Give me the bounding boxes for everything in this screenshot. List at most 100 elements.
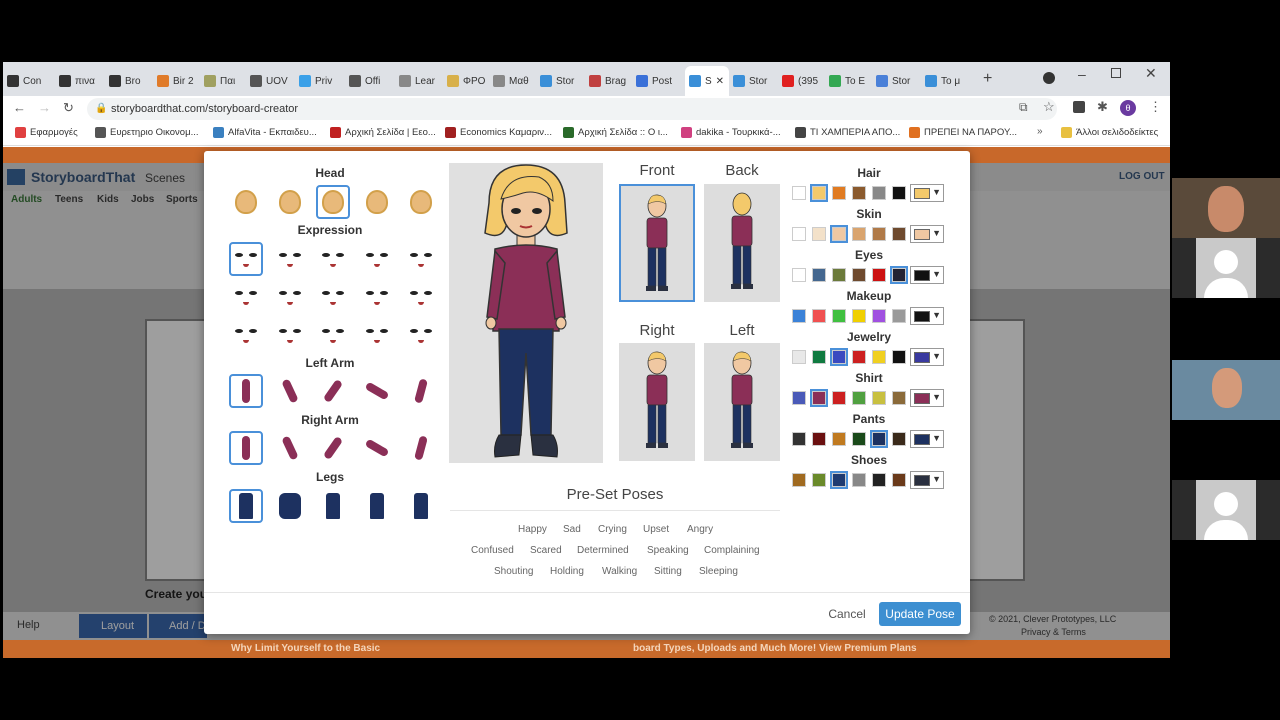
left-arm-option[interactable] — [229, 374, 263, 408]
right-view-option[interactable] — [619, 343, 695, 461]
browser-tab[interactable]: Το μ — [925, 70, 969, 92]
pants-color-picker[interactable]: ▼ — [910, 430, 944, 448]
hair-color-swatch[interactable] — [852, 186, 866, 200]
left-arm-option[interactable] — [360, 374, 394, 408]
right-arm-option[interactable] — [404, 431, 438, 465]
promo-left-text[interactable]: Why Limit Yourself to the Basic — [231, 643, 380, 654]
jewelry-color-swatch[interactable] — [830, 348, 848, 366]
head-option[interactable] — [273, 185, 307, 219]
pants-color-swatch[interactable] — [832, 432, 846, 446]
preset-pose-holding[interactable]: Holding — [550, 566, 584, 577]
right-arm-option[interactable] — [360, 431, 394, 465]
close-tab-icon[interactable]: ✕ — [716, 76, 724, 87]
right-arm-option[interactable] — [229, 431, 263, 465]
back-icon[interactable]: ← — [13, 100, 26, 115]
skin-color-swatch[interactable] — [830, 225, 848, 243]
eyes-color-swatch[interactable] — [832, 268, 846, 282]
shirt-color-swatch[interactable] — [892, 391, 906, 405]
eyes-color-swatch[interactable] — [792, 268, 806, 282]
expression-option[interactable] — [404, 242, 438, 276]
menu-kebab-icon[interactable]: ⋮ — [1149, 99, 1162, 115]
shirt-color-swatch[interactable] — [852, 391, 866, 405]
jewelry-color-swatch[interactable] — [892, 350, 906, 364]
preset-pose-shouting[interactable]: Shouting — [494, 566, 533, 577]
browser-tab[interactable]: Priv — [299, 70, 343, 92]
skin-color-swatch[interactable] — [872, 227, 886, 241]
translate-icon[interactable]: ⧉ — [1019, 100, 1028, 115]
url-input[interactable]: 🔒 storyboardthat.com/storyboard-creator — [87, 98, 1057, 120]
preset-pose-happy[interactable]: Happy — [518, 524, 547, 535]
account-avatar-icon[interactable]: θ — [1120, 100, 1136, 116]
preset-pose-confused[interactable]: Confused — [471, 545, 514, 556]
bookmark-item[interactable]: Εφαρμογές — [15, 127, 78, 138]
eyes-color-swatch[interactable] — [812, 268, 826, 282]
shoes-color-swatch[interactable] — [812, 473, 826, 487]
extensions-puzzle-icon[interactable]: ✱ — [1097, 99, 1108, 115]
left-view-option[interactable] — [704, 343, 780, 461]
browser-tab[interactable]: Stor — [876, 70, 920, 92]
jewelry-color-picker[interactable]: ▼ — [910, 348, 944, 366]
pants-color-swatch[interactable] — [812, 432, 826, 446]
makeup-color-swatch[interactable] — [892, 309, 906, 323]
skin-color-swatch[interactable] — [892, 227, 906, 241]
back-view-option[interactable] — [704, 184, 780, 302]
expression-option[interactable] — [404, 318, 438, 352]
head-option[interactable] — [360, 185, 394, 219]
browser-tab[interactable]: Stor — [733, 70, 777, 92]
browser-tab[interactable]: πινα — [59, 70, 103, 92]
bookmark-star-icon[interactable]: ☆ — [1043, 99, 1055, 115]
browser-tab[interactable]: Μαθ — [493, 70, 537, 92]
bookmark-item[interactable]: ΠΡΕΠΕΙ ΝΑ ΠΑΡΟΥ... — [909, 127, 1017, 138]
bookmark-item[interactable]: dakika - Τουρκικά-... — [681, 127, 781, 138]
pants-color-swatch[interactable] — [870, 430, 888, 448]
browser-tab[interactable]: Bir 2 — [157, 70, 201, 92]
makeup-color-swatch[interactable] — [792, 309, 806, 323]
shoes-color-swatch[interactable] — [830, 471, 848, 489]
bookmark-item[interactable]: Economics Καμαριν... — [445, 127, 552, 138]
bookmark-item[interactable]: Αρχική Σελίδα | Εεο... — [330, 127, 436, 138]
makeup-color-swatch[interactable] — [832, 309, 846, 323]
right-arm-option[interactable] — [273, 431, 307, 465]
expression-option[interactable] — [316, 280, 350, 314]
preset-pose-angry[interactable]: Angry — [687, 524, 713, 535]
jewelry-color-swatch[interactable] — [812, 350, 826, 364]
jewelry-color-swatch[interactable] — [792, 350, 806, 364]
browser-tab[interactable]: Παι — [204, 70, 248, 92]
preset-pose-complaining[interactable]: Complaining — [704, 545, 760, 556]
makeup-color-swatch[interactable] — [872, 309, 886, 323]
promo-right-text[interactable]: board Types, Uploads and Much More! View… — [633, 643, 917, 654]
makeup-color-swatch[interactable] — [852, 309, 866, 323]
bookmark-item[interactable]: ΤΙ ΧΑΜΠΕΡΙΑ ΑΠΟ... — [795, 127, 900, 138]
hair-color-swatch[interactable] — [872, 186, 886, 200]
browser-tab[interactable]: Con — [7, 70, 51, 92]
shoes-color-picker[interactable]: ▼ — [910, 471, 944, 489]
expression-option[interactable] — [316, 242, 350, 276]
forward-icon[interactable]: → — [38, 100, 51, 115]
preset-pose-crying[interactable]: Crying — [598, 524, 627, 535]
expression-option[interactable] — [229, 280, 263, 314]
skin-color-swatch[interactable] — [812, 227, 826, 241]
browser-tab[interactable]: Post — [636, 70, 680, 92]
left-arm-option[interactable] — [316, 374, 350, 408]
right-arm-option[interactable] — [316, 431, 350, 465]
browser-tab[interactable]: Lear — [399, 70, 443, 92]
bookmark-item[interactable]: Ευρετηριο Οικονομ... — [95, 127, 199, 138]
jewelry-color-swatch[interactable] — [852, 350, 866, 364]
shirt-color-swatch[interactable] — [872, 391, 886, 405]
left-arm-option[interactable] — [404, 374, 438, 408]
preset-pose-sad[interactable]: Sad — [563, 524, 581, 535]
expression-option[interactable] — [360, 318, 394, 352]
makeup-color-picker[interactable]: ▼ — [910, 307, 944, 325]
expression-option[interactable] — [273, 280, 307, 314]
hair-color-swatch[interactable] — [810, 184, 828, 202]
bookmark-item[interactable]: Άλλοι σελιδοδείκτες — [1061, 127, 1158, 138]
pants-color-swatch[interactable] — [892, 432, 906, 446]
expression-option[interactable] — [404, 280, 438, 314]
skin-color-picker[interactable]: ▼ — [910, 225, 944, 243]
extension-icon[interactable] — [1073, 101, 1085, 113]
browser-tab[interactable]: Το Ε — [829, 70, 873, 92]
legs-option[interactable] — [360, 489, 394, 523]
bookmark-item[interactable]: AlfaVita - Εκπαιδευ... — [213, 127, 317, 138]
shirt-color-swatch[interactable] — [792, 391, 806, 405]
browser-tab[interactable]: Offi — [349, 70, 393, 92]
